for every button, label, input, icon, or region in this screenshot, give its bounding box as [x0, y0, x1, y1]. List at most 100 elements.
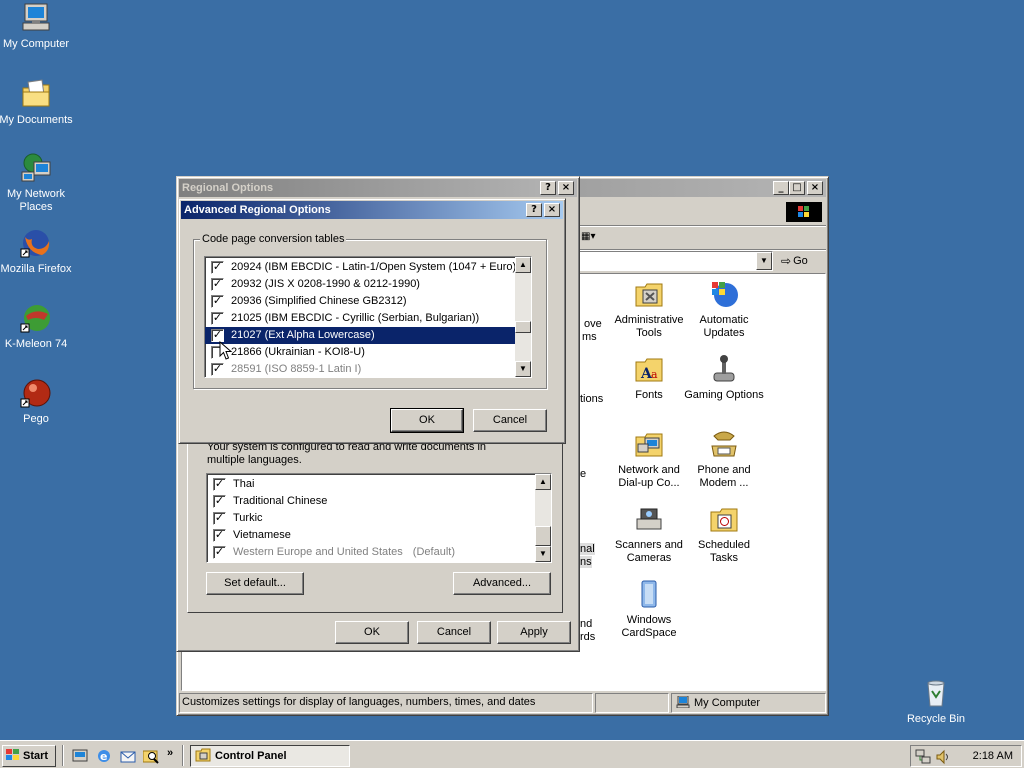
code-page-row[interactable]: ✓ 20932 (JIS X 0208-1990 & 0212-1990) [205, 276, 515, 293]
desktop-icon-my-documents[interactable]: My Documents [0, 78, 74, 127]
checkbox-checked-icon[interactable]: ✓ [211, 295, 224, 308]
status-zone: My Computer [671, 693, 826, 713]
code-page-row[interactable]: ✓ 21025 (IBM EBCDIC - Cyrillic (Serbian, … [205, 310, 515, 327]
language-row[interactable]: ✓ Thai [207, 476, 535, 493]
checkbox-checked-icon[interactable]: ✓ [211, 278, 224, 291]
cp-item-cardspace[interactable]: Windows CardSpace [609, 578, 689, 640]
advanced-button[interactable]: Advanced... [453, 572, 551, 595]
advanced-cancel-button[interactable]: Cancel [473, 409, 547, 432]
cp-item-scheduled-tasks[interactable]: Scheduled Tasks [684, 503, 764, 565]
cp-item-fonts[interactable]: Aa Fonts [609, 353, 689, 402]
cp-item-network-dialup[interactable]: Network and Dial-up Co... [609, 428, 689, 490]
language-row[interactable]: ✓ Vietnamese [207, 527, 535, 544]
advanced-ok-button[interactable]: OK [390, 408, 464, 433]
windows-logo-icon [786, 202, 822, 222]
cp-item-administrative-tools[interactable]: Administrative Tools [609, 278, 689, 340]
network-tray-icon[interactable] [915, 749, 931, 768]
views-icon[interactable]: ▦▾ [581, 231, 603, 247]
start-label: Start [23, 750, 49, 762]
address-bar[interactable]: ▼ [557, 251, 773, 271]
my-computer-small-icon [676, 695, 690, 711]
language-label: Western Europe and United States [233, 546, 403, 558]
maximize-button[interactable]: □ [789, 181, 805, 195]
language-list-scrollbar[interactable]: ▲ ▼ [535, 474, 551, 562]
show-desktop-icon[interactable] [72, 748, 88, 767]
desktop-icon-label: Recycle Bin [906, 713, 966, 725]
desktop-icon-firefox[interactable]: Mozilla Firefox [0, 227, 74, 276]
checkbox-checked-icon[interactable]: ✓ [211, 363, 224, 376]
volume-tray-icon[interactable] [935, 749, 951, 768]
quicklaunch-overflow-icon[interactable]: » [167, 747, 173, 759]
apply-button[interactable]: Apply [497, 621, 571, 644]
desktop-icon-k-meleon[interactable]: K-Meleon 74 [0, 302, 74, 351]
code-page-row[interactable]: ✓ 28591 (ISO 8859-1 Latin I) [205, 361, 515, 377]
checkbox-checked-icon[interactable]: ✓ [213, 546, 226, 559]
scroll-down-button[interactable]: ▼ [515, 361, 531, 377]
ok-button[interactable]: OK [335, 621, 409, 644]
taskbar-separator [182, 745, 184, 766]
scroll-up-button[interactable]: ▲ [535, 474, 551, 490]
cp-item-gaming-options[interactable]: Gaming Options [684, 353, 764, 402]
scroll-thumb[interactable] [535, 526, 551, 546]
regional-options-titlebar[interactable]: Regional Options ? × [179, 179, 577, 197]
control-panel-folder-icon [195, 748, 211, 765]
cp-item-label: Network and Dial-up Co... [618, 464, 680, 489]
language-label: Vietnamese [233, 529, 291, 541]
checkbox-checked-icon[interactable]: ✓ [213, 478, 226, 491]
internet-explorer-icon[interactable]: e [96, 748, 112, 767]
task-control-panel[interactable]: Control Panel [190, 745, 350, 767]
cancel-button[interactable]: Cancel [417, 621, 491, 644]
code-page-row[interactable]: 21866 (Ukrainian - KOI8-U) [205, 344, 515, 361]
advanced-dialog-title: Advanced Regional Options [184, 204, 331, 216]
desktop-icon-my-computer[interactable]: My Computer [0, 2, 74, 51]
language-row[interactable]: ✓ Traditional Chinese [207, 493, 535, 510]
k-meleon-icon [20, 302, 52, 334]
code-page-list[interactable]: ✓ 20924 (IBM EBCDIC - Latin-1/Open System… [204, 256, 532, 378]
go-label: Go [793, 255, 808, 267]
desktop-icon-recycle-bin[interactable]: Recycle Bin [898, 677, 974, 726]
partial-label: rds [580, 631, 596, 643]
language-row[interactable]: ✓ Western Europe and United States (Defaul… [207, 544, 535, 561]
checkbox-checked-icon[interactable]: ✓ [211, 261, 224, 274]
checkbox-checked-icon[interactable]: ✓ [211, 312, 224, 325]
checkbox-checked-icon[interactable]: ✓ [213, 529, 226, 542]
help-button[interactable]: ? [540, 181, 556, 195]
desktop-icon-network-places[interactable]: My Network Places [0, 152, 74, 214]
cp-item-phone-modem[interactable]: Phone and Modem ... [684, 428, 764, 490]
search-icon[interactable] [142, 748, 159, 767]
set-default-button[interactable]: Set default... [206, 572, 304, 595]
scroll-thumb[interactable] [515, 321, 531, 333]
scroll-down-button[interactable]: ▼ [535, 546, 551, 562]
cp-item-automatic-updates[interactable]: Automatic Updates [684, 278, 764, 340]
code-page-label: 21025 (IBM EBCDIC - Cyrillic (Serbian, B… [231, 312, 480, 324]
my-documents-icon [20, 78, 52, 110]
close-button[interactable]: × [807, 181, 823, 195]
code-page-row[interactable]: ✓ 20924 (IBM EBCDIC - Latin-1/Open System… [205, 259, 520, 276]
close-button[interactable]: × [558, 181, 574, 195]
language-row[interactable]: ✓ Turkic [207, 510, 535, 527]
close-button[interactable]: × [544, 203, 560, 217]
code-page-label: 20924 (IBM EBCDIC - Latin-1/Open System … [231, 261, 520, 273]
advanced-dialog-titlebar[interactable]: Advanced Regional Options ? × [181, 201, 563, 219]
cp-item-scanners-cameras[interactable]: Scanners and Cameras [609, 503, 689, 565]
cardspace-icon [633, 578, 665, 610]
pego-icon [20, 377, 52, 409]
go-button[interactable]: ⇨ Go [781, 251, 821, 271]
code-page-row[interactable]: ✓ 20936 (Simplified Chinese GB2312) [205, 293, 515, 310]
outlook-express-icon[interactable] [120, 748, 136, 767]
desktop-icon-label: My Network Places [6, 188, 66, 213]
code-page-row-selected[interactable]: ✓ 21027 (Ext Alpha Lowercase) [205, 327, 515, 344]
checkbox-checked-icon[interactable]: ✓ [213, 495, 226, 508]
advanced-regional-options-dialog: Advanced Regional Options ? × Code page … [178, 198, 566, 444]
scroll-up-button[interactable]: ▲ [515, 257, 531, 273]
language-list[interactable]: ✓ Thai ✓ Traditional Chinese ✓ Turkic ✓ Viet… [206, 473, 552, 563]
desktop-icon-pego[interactable]: Pego [0, 377, 74, 426]
checkbox-checked-icon[interactable]: ✓ [213, 512, 226, 525]
clock[interactable]: 2:18 AM [973, 750, 1013, 762]
address-dropdown-button[interactable]: ▼ [756, 252, 772, 270]
code-page-scrollbar[interactable]: ▲ ▼ [515, 257, 531, 377]
recycle-bin-icon [920, 677, 952, 709]
start-button[interactable]: Start [2, 745, 56, 767]
help-button[interactable]: ? [526, 203, 542, 217]
minimize-button[interactable]: _ [773, 181, 789, 195]
